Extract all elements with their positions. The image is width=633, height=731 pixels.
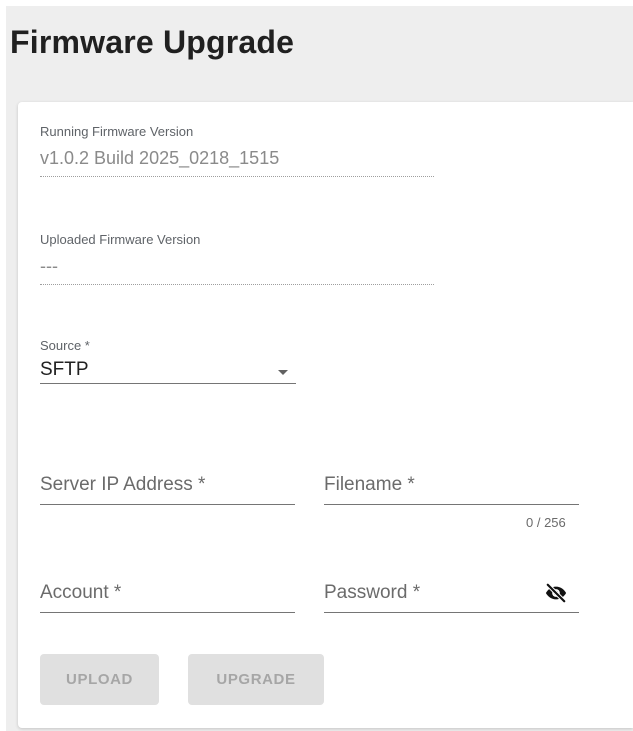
filename-placeholder: Filename * bbox=[324, 474, 415, 495]
account-input[interactable]: Account * bbox=[40, 574, 295, 613]
source-label: Source * bbox=[40, 338, 90, 353]
password-input[interactable]: Password * bbox=[324, 574, 579, 613]
eye-off-icon[interactable] bbox=[545, 582, 567, 604]
server-ip-placeholder: Server IP Address * bbox=[40, 474, 206, 495]
uploaded-firmware-label: Uploaded Firmware Version bbox=[40, 232, 201, 247]
source-value: SFTP bbox=[40, 359, 89, 380]
running-firmware-value: v1.0.2 Build 2025_0218_1515 bbox=[40, 148, 280, 168]
server-ip-input[interactable]: Server IP Address * bbox=[40, 466, 295, 505]
uploaded-firmware-field: Uploaded Firmware Version --- bbox=[40, 232, 434, 285]
password-placeholder: Password * bbox=[324, 582, 421, 603]
running-firmware-field: Running Firmware Version v1.0.2 Build 20… bbox=[40, 124, 434, 177]
uploaded-firmware-value: --- bbox=[40, 256, 58, 276]
upgrade-button[interactable]: UPGRADE bbox=[188, 654, 324, 705]
source-select-control[interactable]: SFTP bbox=[40, 357, 296, 384]
chevron-down-icon[interactable] bbox=[278, 370, 288, 375]
uploaded-firmware-underline bbox=[40, 284, 434, 285]
filename-input[interactable]: Filename * bbox=[324, 466, 579, 505]
firmware-upgrade-card: Running Firmware Version v1.0.2 Build 20… bbox=[18, 102, 633, 728]
upload-button[interactable]: UPLOAD bbox=[40, 654, 159, 705]
source-select[interactable]: Source * SFTP bbox=[40, 338, 296, 384]
page-title: Firmware Upgrade bbox=[10, 24, 295, 60]
filename-char-counter: 0 / 256 bbox=[526, 515, 566, 530]
running-firmware-label: Running Firmware Version bbox=[40, 124, 194, 139]
running-firmware-underline bbox=[40, 176, 434, 177]
account-placeholder: Account * bbox=[40, 582, 122, 603]
